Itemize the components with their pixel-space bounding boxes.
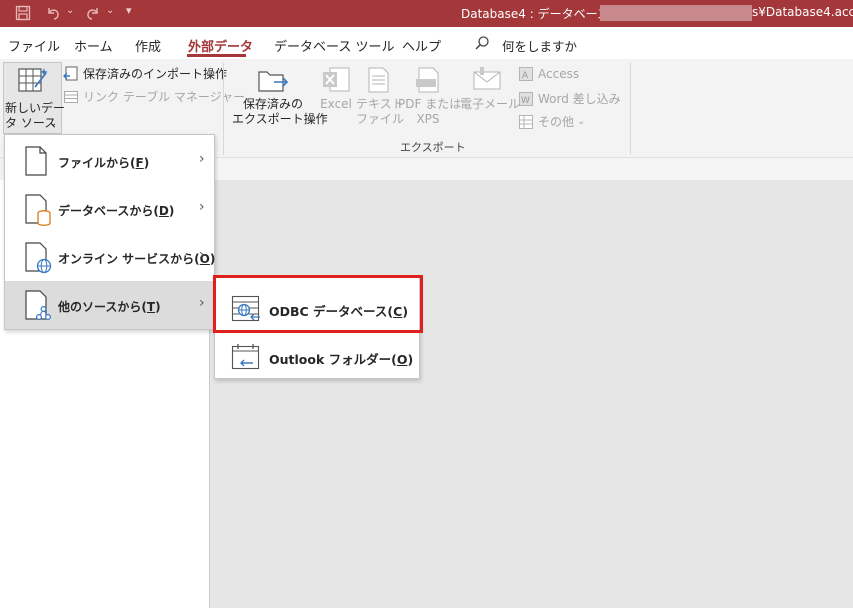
- saved-imports-button[interactable]: 保存済みのインポート操作: [63, 65, 227, 82]
- online-service-icon: [23, 241, 52, 274]
- text-file-label-2: ファイル: [356, 112, 405, 126]
- saved-imports-icon: [63, 66, 79, 82]
- chevron-right-icon: ›: [199, 295, 205, 311]
- menu-item-from-file[interactable]: ファイルから(F) ›: [5, 137, 214, 185]
- document-area: [210, 158, 853, 608]
- more-export-label: その他: [538, 115, 575, 129]
- linked-table-manager-label: リンク テーブル マネージャー: [83, 90, 246, 104]
- tell-me-box[interactable]: 何をしますか: [502, 36, 577, 55]
- menu-item-from-database[interactable]: データベースから(D) ›: [5, 185, 214, 233]
- new-data-source-menu: ファイルから(F) › データベースから(D) › オンライン サービスから(O…: [4, 134, 215, 330]
- svg-text:A: A: [522, 71, 529, 81]
- pdf-icon: [398, 65, 458, 97]
- chevron-right-icon: ›: [199, 247, 205, 263]
- menu-item-label: 他のソースから(T): [58, 300, 161, 314]
- outlook-folder-icon: [231, 343, 261, 371]
- menu-item-from-online-service[interactable]: オンライン サービスから(O) ›: [5, 233, 216, 281]
- undo-icon[interactable]: [44, 4, 62, 22]
- export-access-button[interactable]: A Access: [518, 66, 579, 82]
- email-label: 電子メール: [460, 97, 521, 111]
- export-group-label: エクスポート: [400, 141, 466, 154]
- active-tab-indicator: [187, 54, 246, 57]
- document-background: [210, 180, 853, 608]
- redo-icon[interactable]: [84, 4, 102, 22]
- menu-item-label: オンライン サービスから(O): [58, 252, 216, 266]
- ribbon-separator: [223, 63, 224, 155]
- chevron-right-icon: ›: [199, 151, 205, 167]
- tab-external-data[interactable]: 外部データ: [188, 36, 253, 55]
- saved-exports-button[interactable]: 保存済みの エクスポート操作: [232, 65, 328, 127]
- email-icon: [460, 65, 514, 97]
- excel-icon: [318, 65, 354, 97]
- new-data-source-button[interactable]: 新しいデー タ ソース ⌄: [3, 62, 66, 134]
- table-icon: [518, 114, 534, 130]
- text-file-label: テキスト: [356, 97, 404, 111]
- submenu-item-label: Outlook フォルダー(O): [269, 352, 414, 367]
- pdf-xps-label: PDF または: [398, 97, 462, 111]
- export-email-button[interactable]: 電子メール: [460, 65, 521, 112]
- menu-item-label: ファイルから(F): [58, 156, 150, 170]
- database-file-icon: [23, 193, 51, 226]
- save-icon[interactable]: [14, 4, 32, 22]
- word-merge-icon: W: [518, 91, 534, 107]
- redo-dropdown-icon[interactable]: ⌄: [106, 5, 114, 16]
- other-sources-icon: [23, 289, 52, 321]
- export-excel-button[interactable]: Excel: [318, 65, 354, 112]
- export-text-file-button[interactable]: テキスト ファイル: [356, 65, 405, 127]
- ribbon-tabs: ファイル ホーム 作成 外部データ データベース ツール ヘルプ 何をしますか: [0, 27, 853, 59]
- saved-imports-label: 保存済みのインポート操作: [83, 67, 228, 81]
- more-export-button[interactable]: その他 ⌄: [518, 113, 585, 130]
- document-tab-strip: [210, 158, 853, 180]
- tab-create[interactable]: 作成: [135, 36, 161, 55]
- excel-label: Excel: [320, 97, 352, 111]
- undo-dropdown-icon[interactable]: ⌄: [66, 5, 74, 16]
- saved-exports-label-2: エクスポート操作: [232, 112, 328, 126]
- tab-database-tools[interactable]: データベース ツール: [274, 36, 394, 55]
- tab-home[interactable]: ホーム: [74, 36, 113, 55]
- menu-item-from-other-sources[interactable]: 他のソースから(T) ›: [5, 281, 214, 329]
- chevron-right-icon: ›: [199, 199, 205, 215]
- saved-exports-label: 保存済みの: [242, 97, 303, 111]
- chevron-down-icon: ⌄: [577, 116, 586, 127]
- new-data-source-label-2: タ ソース: [5, 116, 57, 130]
- menu-item-label: データベースから(D): [58, 204, 175, 218]
- svg-text:W: W: [521, 96, 530, 106]
- new-data-source-icon: [17, 67, 49, 98]
- redacted-path: [600, 5, 752, 21]
- window-title-file: s¥Database4.accdb: [752, 5, 853, 19]
- customize-qat-icon[interactable]: ▾: [126, 4, 132, 17]
- search-icon[interactable]: [474, 35, 490, 51]
- chevron-down-icon: ⌄: [49, 118, 58, 129]
- saved-exports-icon: [232, 65, 314, 97]
- linked-table-manager-icon: [63, 89, 79, 105]
- title-bar: ⌄ ⌄ ▾ Database4 : データベース- s¥Database4.ac…: [0, 0, 853, 27]
- tab-help[interactable]: ヘルプ: [402, 36, 441, 55]
- file-icon: [23, 145, 49, 177]
- access-label: Access: [538, 67, 580, 81]
- export-pdf-xps-button[interactable]: PDF または XPS: [398, 65, 462, 127]
- submenu-item-outlook-folder[interactable]: Outlook フォルダー(O): [215, 334, 419, 380]
- pdf-xps-label-2: XPS: [416, 112, 440, 126]
- access-icon: A: [518, 66, 534, 82]
- tab-file[interactable]: ファイル: [8, 36, 60, 55]
- window-title: Database4 : データベース-: [461, 7, 614, 21]
- ribbon-separator: [630, 63, 631, 155]
- new-data-source-label: 新しいデー: [5, 101, 66, 115]
- word-merge-button[interactable]: W Word 差し込み: [518, 90, 621, 107]
- text-file-icon: [356, 65, 400, 97]
- highlight-annotation: [213, 275, 423, 333]
- word-merge-label: Word 差し込み: [538, 92, 621, 106]
- linked-table-manager-button[interactable]: リンク テーブル マネージャー: [63, 88, 245, 105]
